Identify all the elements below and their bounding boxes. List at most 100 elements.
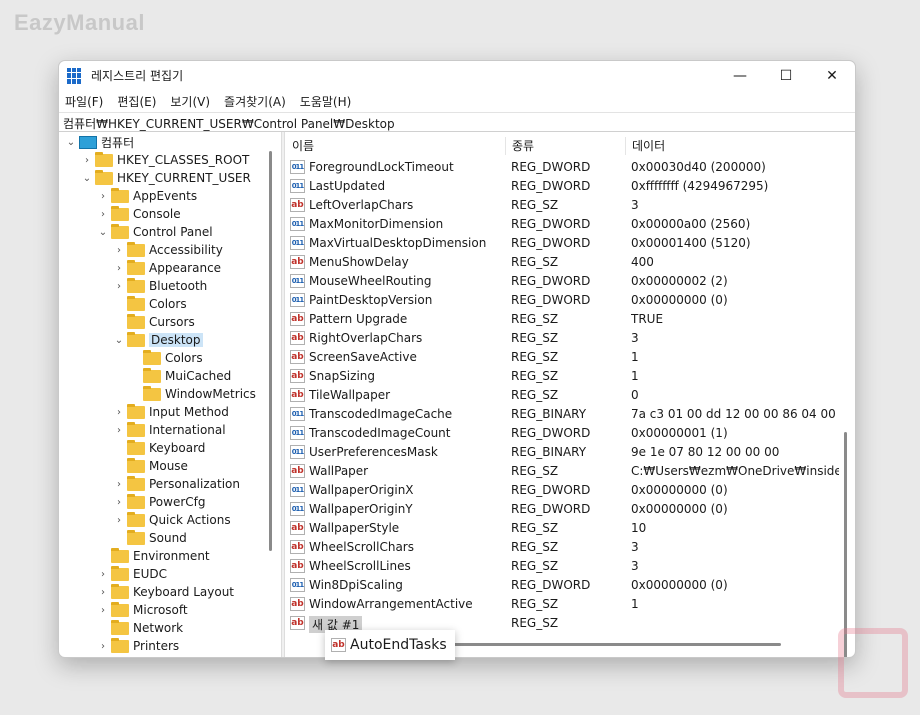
tree-node[interactable]: › Accessibility [113,241,223,259]
column-name[interactable]: 이름 [286,137,314,155]
title-bar: 레지스트리 편집기 — ☐ ✕ [59,61,855,90]
chevron-down-icon[interactable]: ⌄ [65,137,77,148]
value-row[interactable]: 011 MouseWheelRouting REG_DWORD 0x000000… [286,272,846,291]
tree-node[interactable]: Network [97,619,183,637]
value-name: TileWallpaper [309,388,391,402]
tree-node[interactable]: WindowMetrics [129,385,256,403]
value-row[interactable]: 011 Win8DpiScaling REG_DWORD 0x00000000 … [286,576,846,595]
tree-node[interactable]: Environment [97,547,210,565]
value-name: SnapSizing [309,369,375,383]
value-row[interactable]: 011 ForegroundLockTimeout REG_DWORD 0x00… [286,158,846,177]
binary-value-icon: 011 [290,179,305,193]
value-row[interactable]: ab WheelScrollLines REG_SZ 3 [286,557,846,576]
chevron-right-icon[interactable]: › [113,497,125,508]
value-row[interactable]: 011 UserPreferencesMask REG_BINARY 9e 1e… [286,443,846,462]
tree-node[interactable]: › PowerCfg [113,493,206,511]
value-row[interactable]: 011 PaintDesktopVersion REG_DWORD 0x0000… [286,291,846,310]
chevron-right-icon[interactable]: › [97,587,109,598]
tree-node[interactable]: › HKEY_CLASSES_ROOT [81,151,249,169]
tree-node[interactable]: ⌄ Control Panel [97,223,213,241]
value-type: REG_DWORD [511,160,591,174]
menu-edit[interactable]: 편집(E) [117,93,156,110]
tree-node[interactable]: › Console [97,205,181,223]
value-row[interactable]: 011 WallpaperOriginY REG_DWORD 0x0000000… [286,500,846,519]
tree-node[interactable]: › Bluetooth [113,277,207,295]
value-name: Win8DpiScaling [309,578,403,592]
tree-node[interactable]: › AppEvents [97,187,197,205]
column-data[interactable]: 데이터 [625,137,665,155]
value-row[interactable]: 011 MaxMonitorDimension REG_DWORD 0x0000… [286,215,846,234]
value-type: REG_SZ [511,369,559,383]
value-row[interactable]: ab MenuShowDelay REG_SZ 400 [286,253,846,272]
tree-node[interactable]: › Printers [97,637,179,655]
menu-favorites[interactable]: 즐겨찾기(A) [224,93,286,110]
tree-node[interactable]: Colors [113,295,187,313]
column-type[interactable]: 종류 [505,137,534,155]
watermark: EazyManual [14,10,145,35]
value-row[interactable]: 011 TranscodedImageCount REG_DWORD 0x000… [286,424,846,443]
binary-value-icon: 011 [290,502,305,516]
tree-node[interactable]: › Keyboard Layout [97,583,234,601]
tree-node-label: Console [133,207,181,221]
chevron-down-icon[interactable]: ⌄ [97,227,109,238]
value-row[interactable]: ab RightOverlapChars REG_SZ 3 [286,329,846,348]
tree-node[interactable]: › Input Method [113,403,229,421]
tree-scrollbar[interactable] [269,151,272,551]
chevron-right-icon[interactable]: › [113,245,125,256]
chevron-right-icon[interactable]: › [97,641,109,652]
address-bar[interactable]: 컴퓨터₩HKEY_CURRENT_USER₩Control Panel₩Desk… [59,112,855,132]
close-button[interactable]: ✕ [809,61,855,90]
value-row[interactable]: 011 TranscodedImageCache REG_BINARY 7a c… [286,405,846,424]
tree-node[interactable]: › Personalization [113,475,240,493]
chevron-right-icon[interactable]: › [97,605,109,616]
value-row[interactable]: 011 MaxVirtualDesktopDimension REG_DWORD… [286,234,846,253]
tree-node-label: Sound [149,531,187,545]
tree-node[interactable]: Mouse [113,457,188,475]
tree-node[interactable]: › Microsoft [97,601,188,619]
tree-node[interactable]: › International [113,421,226,439]
tree-node[interactable]: ⌄ Desktop [113,331,203,349]
chevron-right-icon[interactable]: › [113,281,125,292]
chevron-right-icon[interactable]: › [113,407,125,418]
chevron-right-icon[interactable]: › [97,569,109,580]
menu-view[interactable]: 보기(V) [170,93,210,110]
value-row[interactable]: ab SnapSizing REG_SZ 1 [286,367,846,386]
value-row[interactable]: ab Pattern Upgrade REG_SZ TRUE [286,310,846,329]
value-row[interactable]: ab LeftOverlapChars REG_SZ 3 [286,196,846,215]
chevron-right-icon[interactable]: › [113,479,125,490]
tree-node[interactable]: Cursors [113,313,195,331]
tree-node[interactable]: ⌄ 컴퓨터 [65,133,134,151]
value-row[interactable]: ab WindowArrangementActive REG_SZ 1 [286,595,846,614]
value-row[interactable]: 011 LastUpdated REG_DWORD 0xffffffff (42… [286,177,846,196]
value-row[interactable]: ab WallPaper REG_SZ C:₩Users₩ezm₩OneDriv… [286,462,846,481]
value-row[interactable]: ab WallpaperStyle REG_SZ 10 [286,519,846,538]
menu-help[interactable]: 도움말(H) [300,93,352,110]
tree-node[interactable]: › Appearance [113,259,221,277]
tree-node[interactable]: Colors [129,349,203,367]
value-row[interactable]: ab ScreenSaveActive REG_SZ 1 [286,348,846,367]
value-row[interactable]: ab TileWallpaper REG_SZ 0 [286,386,846,405]
tree-node[interactable]: Sound [113,529,187,547]
chevron-down-icon[interactable]: ⌄ [81,173,93,184]
tree-node[interactable]: ⌄ HKEY_CURRENT_USER [81,169,251,187]
pane-splitter[interactable] [281,132,285,657]
chevron-right-icon[interactable]: › [113,425,125,436]
value-row[interactable]: ab WheelScrollChars REG_SZ 3 [286,538,846,557]
tree-node[interactable]: Keyboard [113,439,205,457]
tree-node[interactable]: › EUDC [97,565,167,583]
chevron-right-icon[interactable]: › [81,155,93,166]
minimize-button[interactable]: — [717,61,763,90]
chevron-right-icon[interactable]: › [113,263,125,274]
chevron-right-icon[interactable]: › [113,515,125,526]
chevron-right-icon[interactable]: › [97,191,109,202]
value-row[interactable]: 011 WallpaperOriginX REG_DWORD 0x0000000… [286,481,846,500]
drag-tooltip: ab AutoEndTasks [325,630,455,660]
value-data: 0x00000000 (0) [631,502,728,516]
tree-node[interactable]: › Quick Actions [113,511,231,529]
chevron-right-icon[interactable]: › [97,209,109,220]
menu-file[interactable]: 파일(F) [65,93,103,110]
value-name: MouseWheelRouting [309,274,432,288]
maximize-button[interactable]: ☐ [763,61,809,90]
chevron-down-icon[interactable]: ⌄ [113,335,125,346]
tree-node[interactable]: MuiCached [129,367,231,385]
